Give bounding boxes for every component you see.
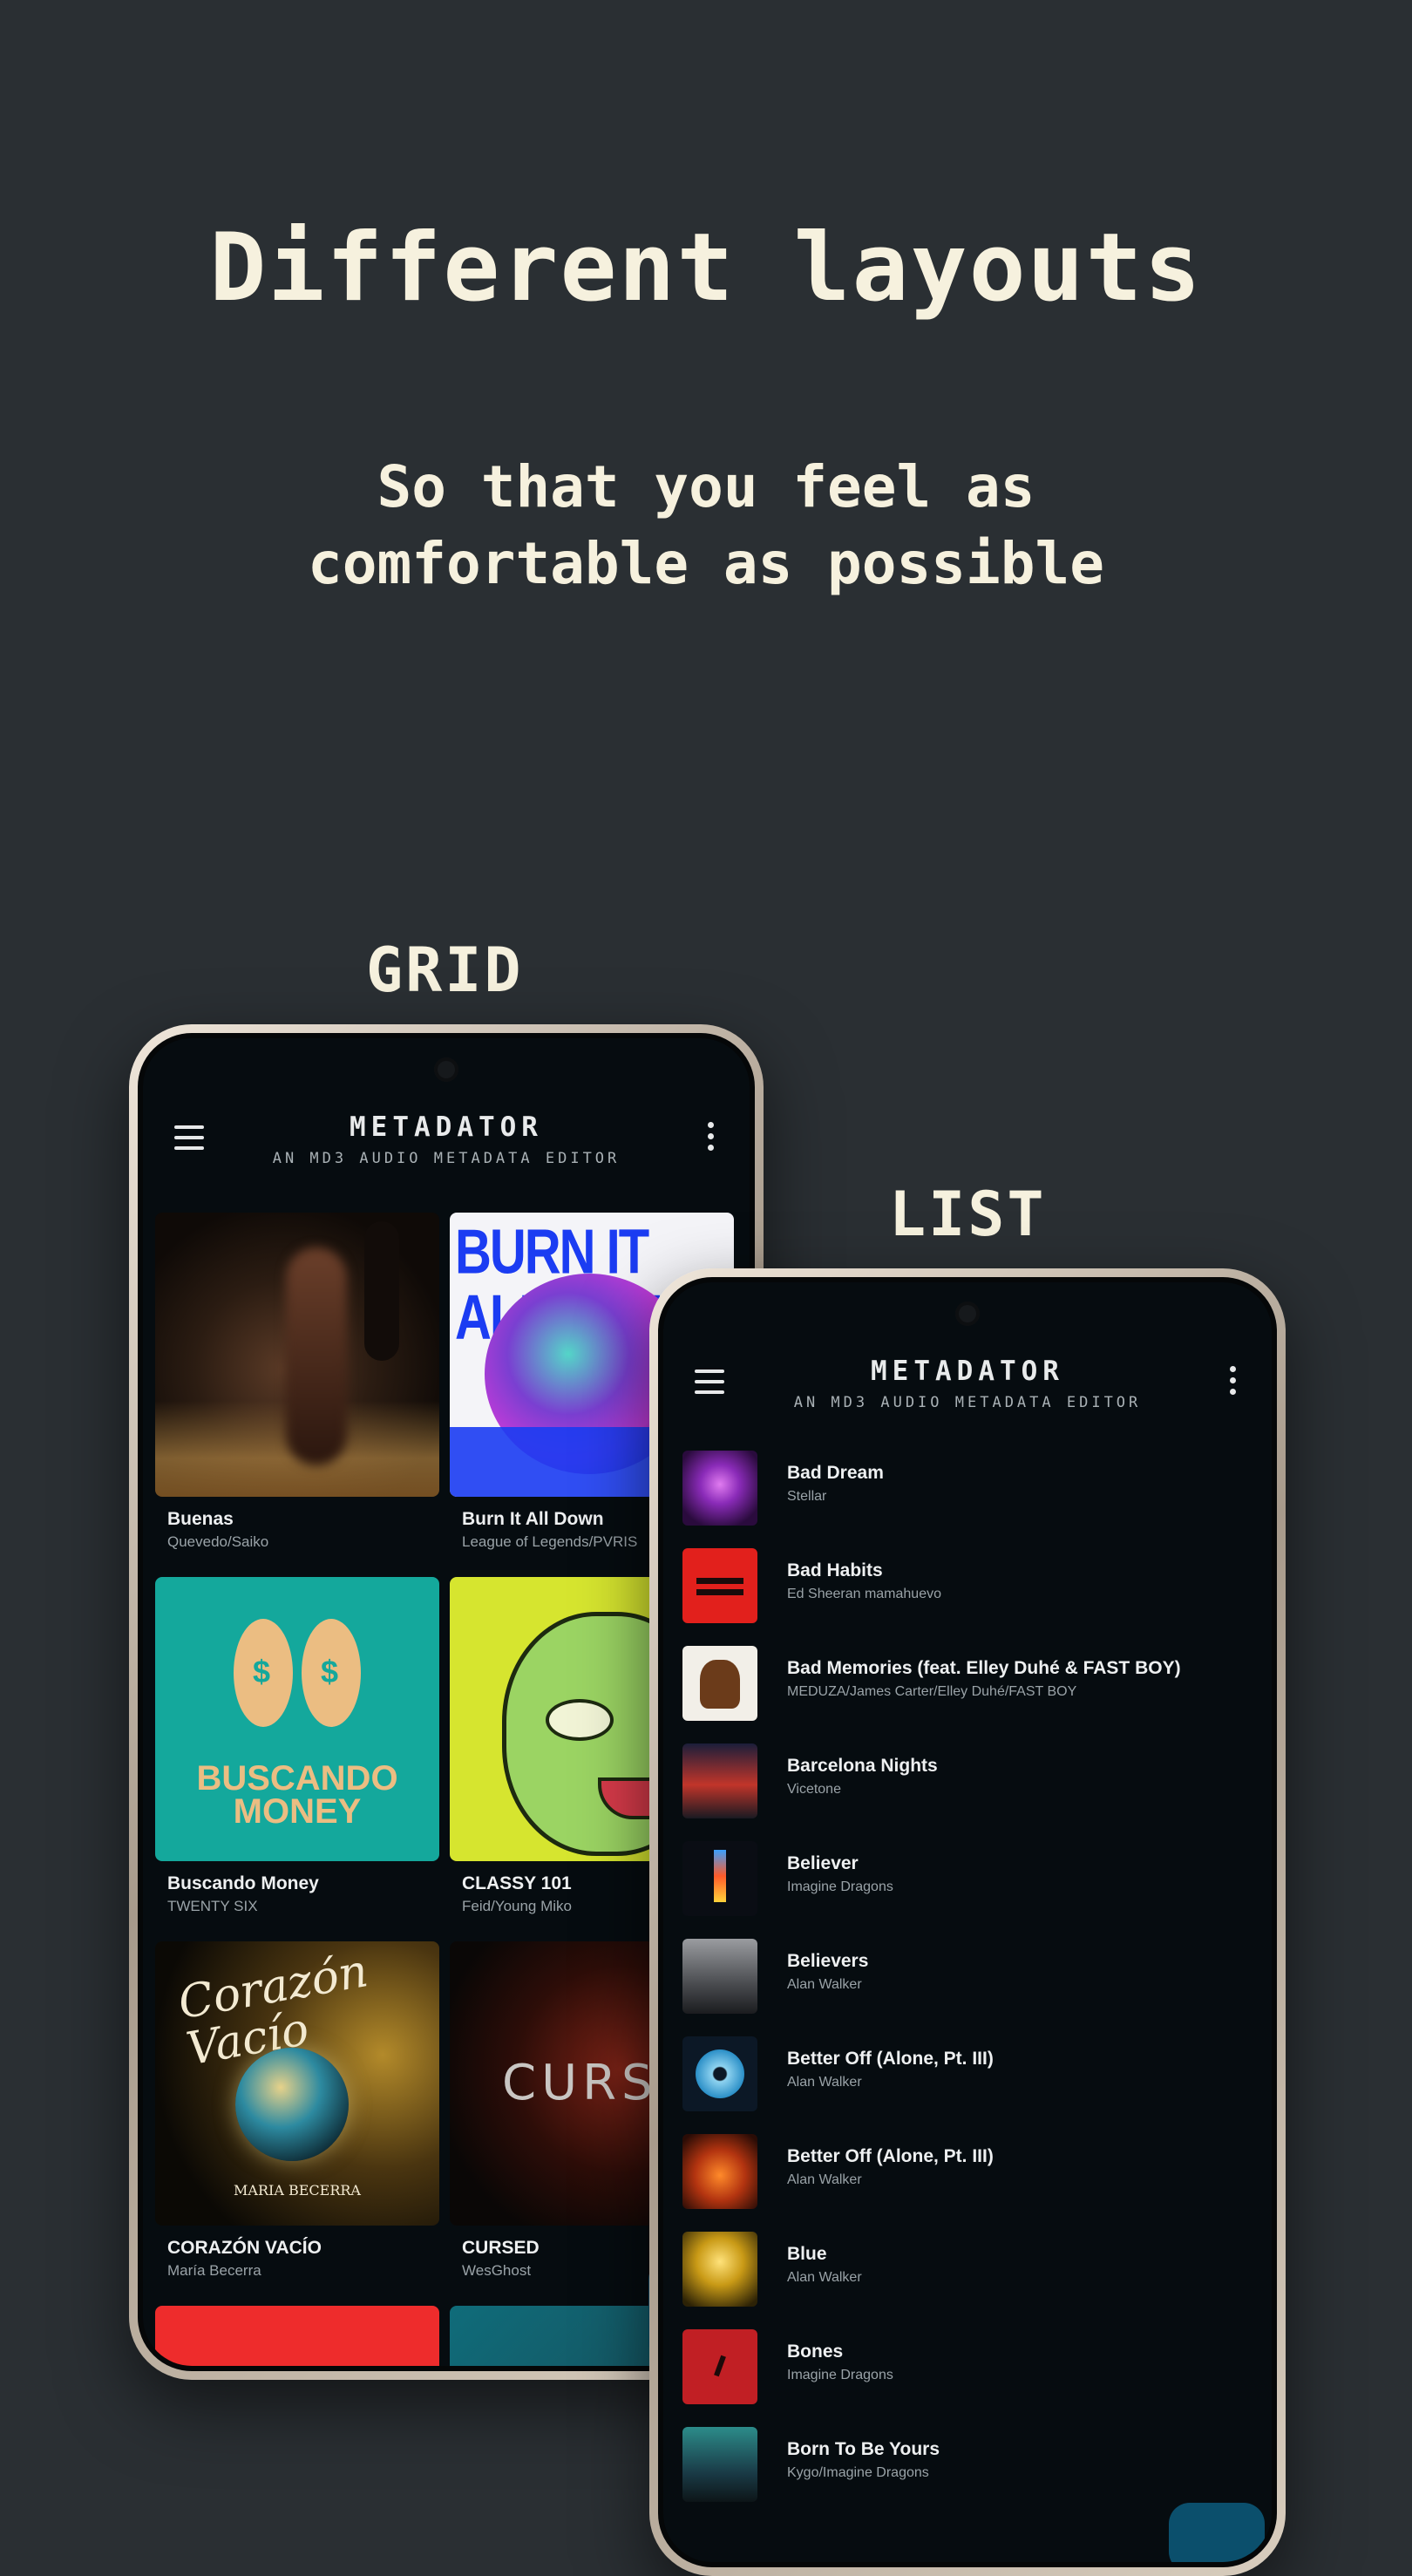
album-art-text: BUSCANDO MONEY (196, 1759, 398, 1831)
list-phone-screen: METADATOR AN MD3 AUDIO METADATA EDITOR B… (658, 1277, 1277, 2567)
song-title: Barcelona Nights (787, 1756, 938, 1776)
grid-item-artist: Quevedo/Saiko (167, 1533, 269, 1550)
front-camera (434, 1057, 458, 1082)
album-art (155, 2306, 439, 2366)
list-phone: METADATOR AN MD3 AUDIO METADATA EDITOR B… (649, 1268, 1286, 2576)
grid-item-title: Buscando Money (167, 1873, 319, 1893)
song-thumbnail (682, 2036, 757, 2111)
list-item[interactable]: Bones Imagine Dragons (663, 2329, 1272, 2427)
grid-item[interactable] (155, 2306, 439, 2366)
grid-item-title: Buenas (167, 1509, 234, 1529)
headline: Different layouts (209, 214, 1203, 323)
grid-item-artist: María Becerra (167, 2262, 261, 2279)
top-app-bar: METADATOR AN MD3 AUDIO METADATA EDITOR (143, 1099, 750, 1195)
list-item[interactable]: Believer Imagine Dragons (663, 1841, 1272, 1939)
list-item[interactable]: Bad Memories (feat. Elley Duhé & FAST BO… (663, 1646, 1272, 1743)
top-app-bar: METADATOR AN MD3 AUDIO METADATA EDITOR (663, 1343, 1272, 1439)
song-artist: Stellar (787, 1489, 827, 1504)
song-title: Bad Habits (787, 1560, 883, 1580)
song-title: Better Off (Alone, Pt. III) (787, 2049, 994, 2069)
song-title: Bad Memories (feat. Elley Duhé & FAST BO… (787, 1658, 1181, 1678)
song-artist: Kygo/Imagine Dragons (787, 2465, 929, 2480)
song-thumbnail (682, 1939, 757, 2014)
album-art (155, 1213, 439, 1497)
song-thumbnail (682, 2329, 757, 2404)
song-thumbnail (682, 1451, 757, 1526)
list-item[interactable]: Believers Alan Walker (663, 1939, 1272, 2036)
song-title: Believer (787, 1853, 859, 1873)
song-title: Bad Dream (787, 1463, 884, 1483)
song-thumbnail (682, 2427, 757, 2502)
song-artist: Vicetone (787, 1782, 841, 1797)
app-subtitle: AN MD3 AUDIO METADATA EDITOR (272, 1150, 621, 1167)
song-title: Better Off (Alone, Pt. III) (787, 2146, 994, 2166)
subheadline: So that you feel as comfortable as possi… (308, 453, 1104, 597)
fab-button[interactable] (1169, 2503, 1265, 2562)
list-item[interactable]: Bad Dream Stellar (663, 1451, 1272, 1548)
album-art-caption: MARIA BECERRA (234, 2182, 361, 2199)
song-artist: Alan Walker (787, 2172, 862, 2187)
list-item[interactable]: Bad Habits Ed Sheeran mamahuevo (663, 1548, 1272, 1646)
song-artist: MEDUZA/James Carter/Elley Duhé/FAST BOY (787, 1684, 1077, 1699)
grid-item[interactable]: $ $ BUSCANDO MONEY Buscando Money TWENTY… (155, 1577, 439, 1915)
song-artist: Alan Walker (787, 1977, 862, 1992)
song-thumbnail (682, 1646, 757, 1721)
song-thumbnail (682, 2134, 757, 2209)
list-item[interactable]: Barcelona Nights Vicetone (663, 1743, 1272, 1841)
song-title: Believers (787, 1951, 869, 1971)
app-subtitle: AN MD3 AUDIO METADATA EDITOR (793, 1394, 1142, 1411)
list-item[interactable]: Better Off (Alone, Pt. III) Alan Walker (663, 2036, 1272, 2134)
song-artist: Imagine Dragons (787, 2368, 893, 2382)
song-thumbnail (682, 1743, 757, 1818)
grid-item-title: CORAZÓN VACÍO (167, 2238, 322, 2258)
list-item[interactable]: Blue Alan Walker (663, 2232, 1272, 2329)
grid-label: GRID (366, 935, 524, 1006)
song-title: Blue (787, 2244, 827, 2264)
more-options-icon[interactable] (706, 1122, 715, 1152)
song-thumbnail (682, 2232, 757, 2307)
song-thumbnail (682, 1841, 757, 1916)
song-artist: Alan Walker (787, 2075, 862, 2090)
grid-item[interactable]: Buenas Quevedo/Saiko (155, 1213, 439, 1551)
album-art: Corazón Vacío MARIA BECERRA (155, 1941, 439, 2226)
song-thumbnail (682, 1548, 757, 1623)
more-options-icon[interactable] (1228, 1366, 1237, 1396)
list-label: LIST (889, 1179, 1047, 1250)
song-artist: Ed Sheeran mamahuevo (787, 1587, 941, 1601)
song-artist: Alan Walker (787, 2270, 862, 2285)
album-art: $ $ BUSCANDO MONEY (155, 1577, 439, 1861)
song-artist: Imagine Dragons (787, 1879, 893, 1894)
grid-item-artist: TWENTY SIX (167, 1898, 258, 1914)
front-camera (955, 1302, 980, 1326)
app-title: METADATOR (871, 1356, 1064, 1387)
grid-item[interactable]: Corazón Vacío MARIA BECERRA CORAZÓN VACÍ… (155, 1941, 439, 2280)
app-title: METADATOR (350, 1111, 543, 1143)
song-title: Born To Be Yours (787, 2439, 940, 2459)
list-item[interactable]: Better Off (Alone, Pt. III) Alan Walker (663, 2134, 1272, 2232)
song-title: Bones (787, 2342, 844, 2362)
